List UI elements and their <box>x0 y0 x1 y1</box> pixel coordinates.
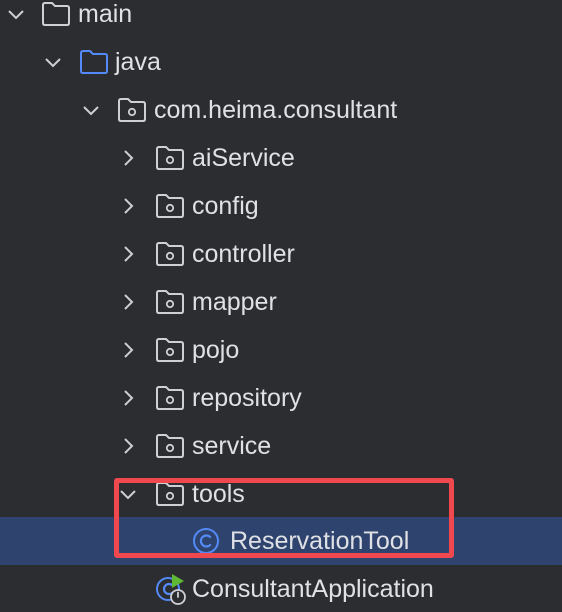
tree-item-main[interactable]: main <box>0 0 562 38</box>
tree-item-consultantapplication[interactable]: ConsultantApplication <box>0 565 562 612</box>
package-icon <box>155 241 185 267</box>
package-icon <box>155 385 185 411</box>
package-icon <box>155 145 185 171</box>
chevron-right-icon[interactable] <box>118 436 138 456</box>
chevron-right-icon[interactable] <box>118 340 138 360</box>
package-icon <box>155 433 185 459</box>
tree-item-label: java <box>115 48 161 76</box>
tree-item-label: com.heima.consultant <box>154 96 398 124</box>
chevron-down-icon[interactable] <box>118 484 138 504</box>
tree-item-label: controller <box>192 240 295 268</box>
tree-item-label: ConsultantApplication <box>192 575 434 603</box>
chevron-right-icon[interactable] <box>118 244 138 264</box>
tree-item-config[interactable]: config <box>0 182 562 230</box>
package-icon <box>117 97 147 123</box>
tree-item-reservationtool[interactable]: ReservationTool <box>0 517 562 565</box>
tree-item-label: repository <box>192 384 302 412</box>
tree-item-service[interactable]: service <box>0 422 562 470</box>
tree-item-label: service <box>192 432 272 460</box>
folder-icon <box>41 1 71 27</box>
spring-boot-run-class-icon <box>154 572 188 606</box>
package-icon <box>155 289 185 315</box>
tree-item-label: pojo <box>192 336 240 364</box>
chevron-right-icon[interactable] <box>118 388 138 408</box>
tree-item-java[interactable]: java <box>0 38 562 86</box>
project-tree: main java com.heima.consultant aiService <box>0 0 562 612</box>
chevron-down-icon[interactable] <box>6 4 26 24</box>
chevron-down-icon[interactable] <box>81 100 101 120</box>
tree-item-mapper[interactable]: mapper <box>0 278 562 326</box>
tree-item-label: mapper <box>192 288 277 316</box>
tree-item-com-heima-consultant[interactable]: com.heima.consultant <box>0 86 562 134</box>
package-icon <box>155 337 185 363</box>
chevron-right-icon[interactable] <box>118 292 138 312</box>
tree-item-label: tools <box>192 480 245 508</box>
chevron-down-icon[interactable] <box>43 52 63 72</box>
tree-item-aiservice[interactable]: aiService <box>0 134 562 182</box>
tree-item-repository[interactable]: repository <box>0 374 562 422</box>
source-folder-icon <box>79 49 109 75</box>
java-class-icon <box>192 527 220 555</box>
package-icon <box>155 481 185 507</box>
tree-item-label: main <box>78 0 133 28</box>
tree-item-controller[interactable]: controller <box>0 230 562 278</box>
chevron-right-icon[interactable] <box>118 196 138 216</box>
tree-item-label: config <box>192 192 259 220</box>
tree-item-label: ReservationTool <box>230 527 410 555</box>
tree-item-tools[interactable]: tools <box>0 470 562 518</box>
tree-item-pojo[interactable]: pojo <box>0 326 562 374</box>
chevron-right-icon[interactable] <box>118 148 138 168</box>
tree-item-label: aiService <box>192 144 295 172</box>
package-icon <box>155 193 185 219</box>
